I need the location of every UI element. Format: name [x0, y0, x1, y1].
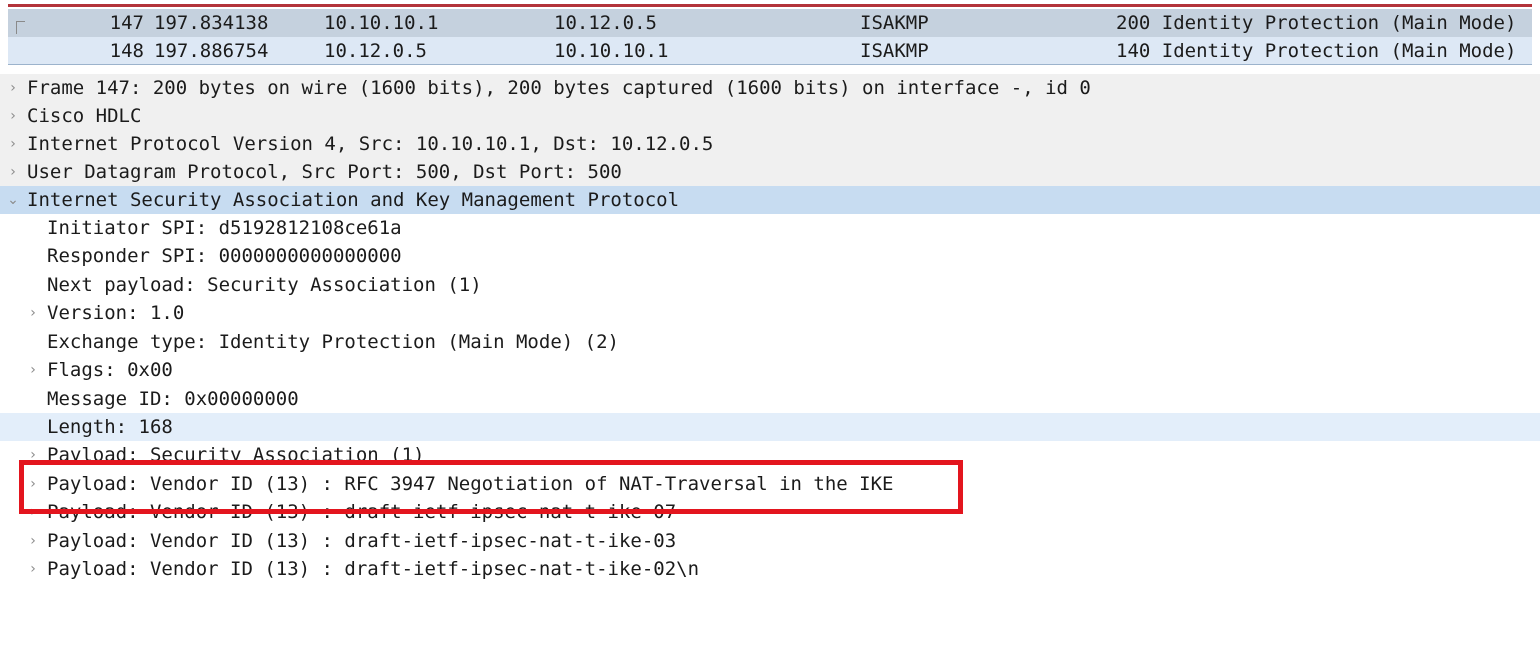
packet-number: 148 — [109, 40, 144, 62]
chevron-right-icon[interactable]: › — [26, 498, 40, 526]
chevron-right-icon[interactable]: › — [6, 158, 20, 186]
packet-time: 197.886754 — [154, 40, 269, 62]
tree-item-exchange-type[interactable]: Exchange type: Identity Protection (Main… — [0, 328, 1540, 356]
tree-item-responder-spi[interactable]: Responder SPI: 0000000000000000 — [0, 242, 1540, 270]
chevron-right-icon[interactable]: › — [26, 470, 40, 498]
tree-item-label: Message ID: 0x00000000 — [47, 388, 299, 410]
chevron-right-icon[interactable]: › — [26, 441, 40, 469]
related-packet-icon — [16, 21, 25, 34]
tree-item-label: Version: 1.0 — [47, 302, 185, 324]
tree-item-flags[interactable]: › Flags: 0x00 — [0, 356, 1540, 384]
chevron-right-icon[interactable]: › — [6, 74, 20, 102]
tree-item-hdlc[interactable]: › Cisco HDLC — [0, 102, 1540, 130]
tree-item-label: Frame 147: 200 bytes on wire (1600 bits)… — [27, 77, 1091, 99]
packet-number: 147 — [109, 12, 144, 34]
tree-item-next-payload[interactable]: Next payload: Security Association (1) — [0, 271, 1540, 299]
packet-info: 140 Identity Protection (Main Mode) — [1116, 37, 1516, 65]
tree-item-label: Payload: Vendor ID (13) : draft-ietf-ips… — [47, 558, 700, 580]
tree-item-label: Flags: 0x00 — [47, 359, 173, 381]
tree-item-payload-vid-02[interactable]: › Payload: Vendor ID (13) : draft-ietf-i… — [0, 555, 1540, 583]
tree-item-label: User Datagram Protocol, Src Port: 500, D… — [27, 161, 622, 183]
packet-destination: 10.12.0.5 — [554, 12, 657, 34]
tree-item-payload-vid-rfc3947[interactable]: › Payload: Vendor ID (13) : RFC 3947 Neg… — [0, 470, 1540, 498]
chevron-down-icon[interactable]: ⌄ — [6, 186, 20, 214]
packet-info-text: Identity Protection (Main Mode) — [1161, 40, 1517, 62]
chevron-right-icon[interactable]: › — [26, 555, 40, 583]
tree-item-label: Payload: Vendor ID (13) : draft-ietf-ips… — [47, 530, 677, 552]
chevron-right-icon[interactable]: › — [6, 130, 20, 158]
tree-item-label: Internet Protocol Version 4, Src: 10.10.… — [27, 133, 714, 155]
packet-info-text: Identity Protection (Main Mode) — [1161, 12, 1517, 34]
tree-item-payload-vid-03[interactable]: › Payload: Vendor ID (13) : draft-ietf-i… — [0, 527, 1540, 555]
chevron-right-icon[interactable]: › — [26, 299, 40, 327]
tree-item-label: Length: 168 — [47, 416, 173, 438]
packet-row[interactable]: 148 197.886754 10.12.0.5 10.10.10.1 ISAK… — [8, 37, 1532, 65]
packet-list: 147 197.834138 10.10.10.1 10.12.0.5 ISAK… — [8, 8, 1532, 66]
chevron-right-icon[interactable]: › — [6, 102, 20, 130]
tree-item-label: Exchange type: Identity Protection (Main… — [47, 331, 619, 353]
tree-item-label: Initiator SPI: d5192812108ce61a — [47, 217, 402, 239]
tree-item-message-id[interactable]: Message ID: 0x00000000 — [0, 385, 1540, 413]
tree-item-frame[interactable]: › Frame 147: 200 bytes on wire (1600 bit… — [0, 74, 1540, 102]
tree-item-label: Next payload: Security Association (1) — [47, 274, 482, 296]
tree-item-initiator-spi[interactable]: Initiator SPI: d5192812108ce61a — [0, 214, 1540, 242]
packet-source: 10.10.10.1 — [324, 12, 439, 34]
tree-item-label: Payload: Security Association (1) — [47, 444, 425, 466]
tree-item-label: Cisco HDLC — [27, 105, 142, 127]
tree-item-length[interactable]: Length: 168 — [0, 413, 1540, 441]
packet-length: 200 — [1116, 12, 1151, 34]
tree-item-isakmp[interactable]: ⌄ Internet Security Association and Key … — [0, 186, 1540, 214]
tree-item-label: Payload: Vendor ID (13) : draft-ietf-ips… — [47, 501, 677, 523]
tree-item-version[interactable]: › Version: 1.0 — [0, 299, 1540, 327]
packet-length: 140 — [1116, 40, 1151, 62]
tree-item-label: Responder SPI: 0000000000000000 — [47, 245, 402, 267]
packet-protocol: ISAKMP — [860, 12, 929, 34]
packet-destination: 10.10.10.1 — [554, 40, 669, 62]
tree-item-payload-sa[interactable]: › Payload: Security Association (1) — [0, 441, 1540, 469]
tree-item-label: Payload: Vendor ID (13) : RFC 3947 Negot… — [47, 473, 894, 495]
packet-info: 200 Identity Protection (Main Mode) — [1116, 9, 1516, 37]
packet-time: 197.834138 — [154, 12, 269, 34]
tree-item-payload-vid-07[interactable]: › Payload: Vendor ID (13) : draft-ietf-i… — [0, 498, 1540, 526]
chevron-right-icon[interactable]: › — [26, 527, 40, 555]
tree-item-ipv4[interactable]: › Internet Protocol Version 4, Src: 10.1… — [0, 130, 1540, 158]
packet-protocol: ISAKMP — [860, 40, 929, 62]
tree-item-label: Internet Security Association and Key Ma… — [27, 189, 680, 211]
packet-source: 10.12.0.5 — [324, 40, 427, 62]
packet-row[interactable]: 147 197.834138 10.10.10.1 10.12.0.5 ISAK… — [8, 9, 1532, 37]
window-top-border — [0, 0, 1540, 7]
tree-item-udp[interactable]: › User Datagram Protocol, Src Port: 500,… — [0, 158, 1540, 186]
chevron-right-icon[interactable]: › — [26, 356, 40, 384]
